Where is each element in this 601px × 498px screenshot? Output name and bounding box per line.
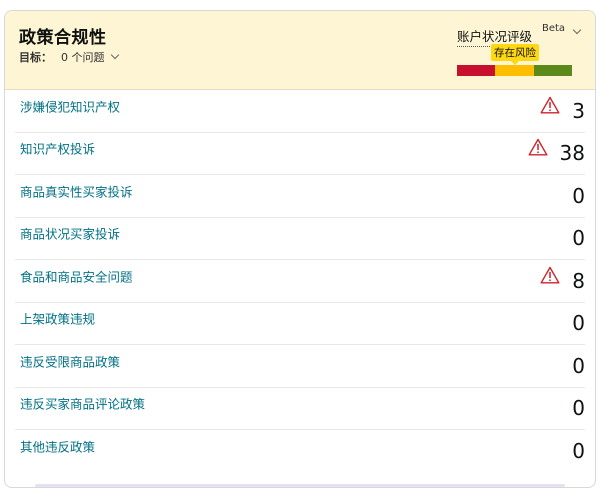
policy-list: 涉嫌侵犯知识产权 3 知识产权投诉 38 商品真实性买家投诉 0 商品状况买家投诉 0 食品和商… bbox=[5, 90, 595, 473]
policy-row: 其他违反政策 0 bbox=[15, 430, 585, 473]
policy-row-link[interactable]: 违反买家商品评论政策 bbox=[20, 394, 145, 413]
policy-row-link[interactable]: 知识产权投诉 bbox=[20, 139, 95, 158]
policy-row: 商品状况买家投诉 0 bbox=[15, 218, 585, 260]
policy-row-count[interactable]: 8 bbox=[572, 269, 585, 293]
chevron-down-icon[interactable] bbox=[110, 50, 119, 60]
policy-row-link[interactable]: 其他违反政策 bbox=[20, 437, 95, 456]
risk-level-bar bbox=[457, 65, 572, 76]
policy-row: 商品真实性买家投诉 0 bbox=[15, 175, 585, 218]
warning-icon bbox=[540, 266, 560, 284]
policy-row: 违反受限商品政策 0 bbox=[15, 345, 585, 388]
policy-row-link[interactable]: 商品真实性买家投诉 bbox=[20, 181, 133, 200]
policy-row-link[interactable]: 违反受限商品政策 bbox=[20, 351, 120, 370]
policy-row: 知识产权投诉 38 bbox=[15, 133, 585, 175]
policy-row-link[interactable]: 上架政策违规 bbox=[20, 309, 95, 328]
policy-row-link[interactable]: 商品状况买家投诉 bbox=[20, 224, 120, 243]
warning-icon bbox=[540, 96, 560, 114]
target-label: 目标： bbox=[19, 51, 52, 64]
target-selector[interactable]: 目标： 0 个问题 bbox=[19, 49, 119, 65]
policy-row: 涉嫌侵犯知识产权 3 bbox=[15, 90, 585, 133]
policy-row: 上架政策违规 0 bbox=[15, 303, 585, 345]
policy-row-count[interactable]: 0 bbox=[572, 184, 585, 208]
policy-row: 违反买家商品评论政策 0 bbox=[15, 388, 585, 430]
policy-row-link[interactable]: 涉嫌侵犯知识产权 bbox=[20, 96, 120, 115]
risk-bar-segment bbox=[457, 65, 496, 76]
risk-bar-segment bbox=[533, 65, 572, 76]
target-value: 0 个问题 bbox=[61, 51, 105, 64]
panel-title: 政策合规性 bbox=[19, 28, 107, 48]
account-health-rating: 账户状况评级 Beta 存在风险 bbox=[457, 22, 587, 82]
chevron-down-icon[interactable] bbox=[572, 25, 582, 35]
policy-row: 食品和商品安全问题 8 bbox=[15, 260, 585, 303]
policy-row-count[interactable]: 3 bbox=[572, 99, 585, 123]
policy-row-count[interactable]: 0 bbox=[572, 311, 585, 335]
policy-row-link[interactable]: 食品和商品安全问题 bbox=[20, 266, 133, 285]
policy-row-count[interactable]: 0 bbox=[572, 354, 585, 378]
policy-compliance-panel: 政策合规性 目标： 0 个问题 账户状况评级 Beta 存在风险 涉嫌侵犯知识产… bbox=[4, 10, 596, 488]
policy-row-count[interactable]: 38 bbox=[560, 141, 585, 165]
risk-status-badge: 存在风险 bbox=[491, 44, 539, 65]
warning-icon bbox=[528, 139, 548, 156]
policy-row-count[interactable]: 0 bbox=[572, 226, 585, 250]
policy-row-count[interactable]: 0 bbox=[572, 396, 585, 420]
policy-row-count[interactable]: 0 bbox=[572, 439, 585, 463]
panel-header: 政策合规性 目标： 0 个问题 账户状况评级 Beta 存在风险 bbox=[5, 11, 595, 90]
scroll-shadow bbox=[35, 484, 565, 487]
beta-label: Beta bbox=[542, 23, 566, 34]
risk-bar-segment bbox=[495, 65, 534, 76]
